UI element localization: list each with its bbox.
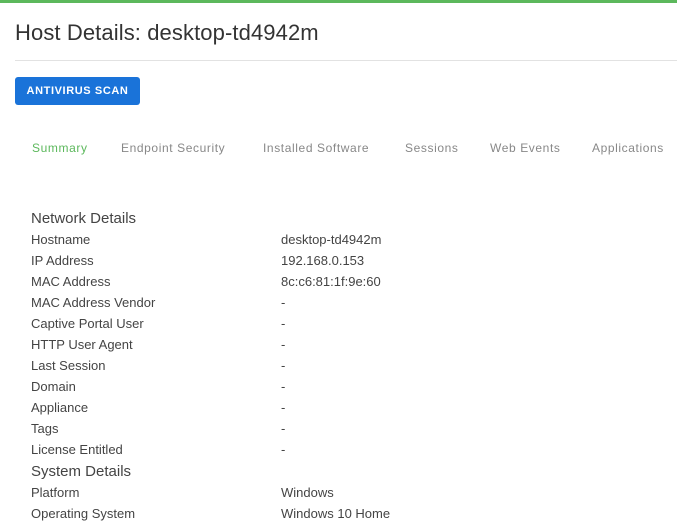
detail-value: Windows — [281, 485, 334, 500]
detail-value: - — [281, 421, 286, 436]
detail-value: - — [281, 400, 286, 415]
detail-label: MAC Address Vendor — [31, 295, 156, 310]
detail-value: - — [281, 295, 286, 310]
detail-label: Operating System — [31, 506, 136, 521]
title-divider — [15, 60, 677, 61]
detail-value: - — [281, 358, 286, 373]
detail-row-last-session: Last Session - — [31, 358, 651, 379]
detail-label: Last Session — [31, 358, 106, 373]
detail-row-platform: Platform Windows — [31, 485, 651, 506]
detail-value: desktop-td4942m — [281, 232, 382, 247]
detail-label: Platform — [31, 485, 80, 500]
detail-row-mac-address: MAC Address 8c:c6:81:1f:9e:60 — [31, 274, 651, 295]
detail-row-http-user-agent: HTTP User Agent - — [31, 337, 651, 358]
detail-value: - — [281, 337, 286, 352]
tab-applications[interactable]: Applications — [592, 140, 664, 156]
tab-sessions[interactable]: Sessions — [405, 140, 459, 156]
detail-row-captive-portal-user: Captive Portal User - — [31, 316, 651, 337]
detail-value: 8c:c6:81:1f:9e:60 — [281, 274, 381, 289]
detail-row-license-entitled: License Entitled - — [31, 442, 651, 463]
detail-row-mac-address-vendor: MAC Address Vendor - — [31, 295, 651, 316]
detail-value: - — [281, 379, 286, 394]
tab-web-events[interactable]: Web Events — [490, 140, 560, 156]
page-title: Host Details: desktop-td4942m — [15, 20, 319, 45]
network-details-heading: Network Details — [31, 210, 137, 227]
detail-row-tags: Tags - — [31, 421, 651, 442]
detail-row-domain: Domain - — [31, 379, 651, 400]
detail-label: HTTP User Agent — [31, 337, 133, 352]
detail-label: Domain — [31, 379, 76, 394]
tab-bar: Summary Endpoint Security Installed Soft… — [0, 140, 677, 160]
antivirus-scan-button[interactable]: ANTIVIRUS SCAN — [15, 77, 140, 105]
detail-label: Captive Portal User — [31, 316, 144, 331]
top-accent-bar — [0, 0, 677, 3]
detail-row-ip-address: IP Address 192.168.0.153 — [31, 253, 651, 274]
detail-row-operating-system: Operating System Windows 10 Home — [31, 506, 651, 527]
detail-label: IP Address — [31, 253, 94, 268]
detail-value: - — [281, 442, 286, 457]
system-details-heading: System Details — [31, 463, 132, 480]
detail-value: - — [281, 316, 286, 331]
detail-label: Tags — [31, 421, 59, 436]
detail-label: License Entitled — [31, 442, 123, 457]
tab-endpoint-security[interactable]: Endpoint Security — [121, 140, 225, 156]
detail-label: Appliance — [31, 400, 89, 415]
detail-label: Hostname — [31, 232, 91, 247]
detail-row-appliance: Appliance - — [31, 400, 651, 421]
detail-value: 192.168.0.153 — [281, 253, 365, 268]
detail-row-hostname: Hostname desktop-td4942m — [31, 232, 651, 253]
detail-label: MAC Address — [31, 274, 111, 289]
detail-value: Windows 10 Home — [281, 506, 391, 521]
tab-installed-software[interactable]: Installed Software — [263, 140, 369, 156]
tab-summary[interactable]: Summary — [32, 140, 88, 156]
